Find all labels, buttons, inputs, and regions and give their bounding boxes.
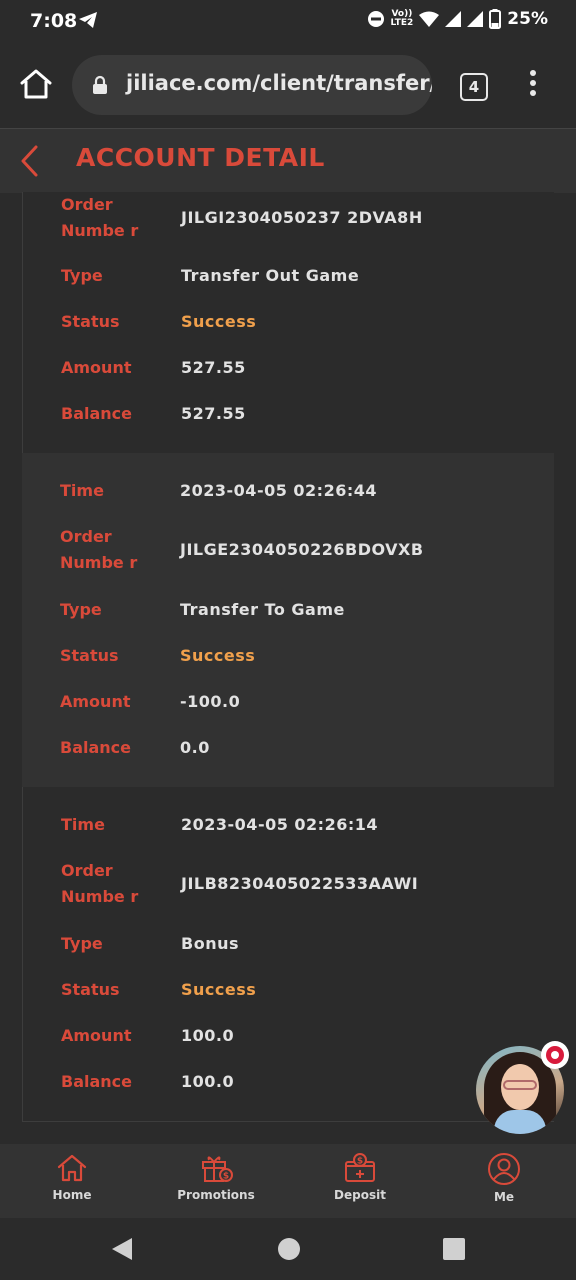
nav-promotions-label: Promotions	[177, 1188, 255, 1202]
user-icon	[488, 1153, 520, 1185]
balance-value: 100.0	[181, 1072, 235, 1091]
battery-level: 25%	[507, 9, 548, 29]
page-header: ACCOUNT DETAIL	[0, 128, 576, 193]
status-label: Status	[60, 646, 119, 665]
browser-toolbar: jiliace.com/client/transfer/cred 4	[0, 44, 576, 128]
type-label: Type	[61, 934, 103, 953]
balance-value: 0.0	[180, 738, 210, 757]
nav-home-label: Home	[52, 1188, 92, 1202]
nav-home[interactable]: Home	[22, 1152, 122, 1202]
nav-me[interactable]: Me	[454, 1152, 554, 1204]
amount-label: Amount	[61, 1026, 132, 1045]
gift-icon: $	[202, 1156, 233, 1182]
url-text: jiliace.com/client/transfer/cred	[126, 71, 432, 95]
clock: 7:08	[30, 10, 78, 32]
system-back-icon[interactable]	[110, 1236, 134, 1262]
amount-value: 527.55	[181, 358, 246, 377]
type-value: Bonus	[181, 934, 239, 953]
time-label: Time	[60, 481, 104, 500]
status-value: Success	[181, 980, 257, 999]
signal-icon-2	[467, 11, 484, 27]
nav-deposit-label: Deposit	[334, 1188, 386, 1202]
back-arrow-icon[interactable]	[16, 141, 44, 181]
system-recents-icon[interactable]	[442, 1237, 466, 1261]
amount-value: -100.0	[180, 692, 241, 711]
status-bar: 7:08 Vo)) LTE2 25%	[0, 0, 576, 44]
amount-label: Amount	[60, 692, 131, 711]
telegram-icon	[79, 12, 97, 28]
order-number-value: JILGI2304050237 2DVA8H	[181, 208, 423, 227]
time-value: 2023-04-05 02:26:14	[181, 815, 379, 834]
status-label: Status	[61, 980, 120, 999]
system-navigation-bar	[0, 1218, 576, 1280]
transaction-record: Time 2023-04-05 02:26:44 Order Numbe r J…	[22, 453, 554, 787]
lock-icon	[93, 75, 107, 94]
address-bar[interactable]: jiliace.com/client/transfer/cred	[72, 55, 432, 115]
order-number-label: Order Numbe r	[60, 527, 138, 572]
deposit-icon: $	[345, 1153, 375, 1182]
type-value: Transfer To Game	[180, 600, 345, 619]
browser-home-icon[interactable]	[18, 66, 54, 102]
svg-text:$: $	[357, 1157, 363, 1167]
nav-deposit[interactable]: $ Deposit	[310, 1152, 410, 1202]
type-label: Type	[60, 600, 102, 619]
nav-promotions[interactable]: $ Promotions	[166, 1152, 266, 1202]
order-number-label: Order Numbe r	[61, 195, 139, 240]
time-value: 2023-04-05 02:26:44	[180, 481, 378, 500]
balance-value: 527.55	[181, 404, 246, 423]
do-not-disturb-icon	[367, 11, 384, 27]
tab-switcher-button[interactable]: 4	[460, 73, 488, 101]
browser-menu-icon[interactable]	[528, 70, 538, 100]
live-record-icon[interactable]	[541, 1041, 569, 1069]
type-value: Transfer Out Game	[181, 266, 360, 285]
system-home-icon[interactable]	[277, 1237, 301, 1261]
volte-indicator: Vo)) LTE2	[390, 9, 414, 28]
time-label: Time	[61, 815, 105, 834]
balance-label: Balance	[60, 738, 131, 757]
type-label: Type	[61, 266, 103, 285]
status-value: Success	[181, 312, 257, 331]
balance-label: Balance	[61, 404, 132, 423]
svg-text:$: $	[223, 1172, 229, 1182]
balance-label: Balance	[61, 1072, 132, 1091]
bottom-navigation: Home $ Promotions $ Deposit Me	[0, 1144, 576, 1218]
order-number-label: Order Numbe r	[61, 861, 139, 906]
transaction-list: Order Numbe r JILGI2304050237 2DVA8H Typ…	[22, 192, 554, 1122]
status-value: Success	[180, 646, 256, 665]
wifi-icon	[419, 11, 440, 27]
home-icon	[57, 1154, 87, 1182]
amount-label: Amount	[61, 358, 132, 377]
status-icons: Vo)) LTE2 25%	[367, 9, 548, 29]
transaction-record: Time 2023-04-05 02:26:14 Order Numbe r J…	[22, 787, 554, 1122]
order-number-value: JILB8230405022533AAWI	[181, 874, 419, 893]
order-number-value: JILGE2304050226BDOVXB	[180, 540, 424, 559]
signal-icon	[445, 11, 462, 27]
status-label: Status	[61, 312, 120, 331]
page-title: ACCOUNT DETAIL	[76, 143, 325, 172]
amount-value: 100.0	[181, 1026, 235, 1045]
battery-icon	[489, 9, 502, 29]
nav-me-label: Me	[493, 1190, 515, 1204]
